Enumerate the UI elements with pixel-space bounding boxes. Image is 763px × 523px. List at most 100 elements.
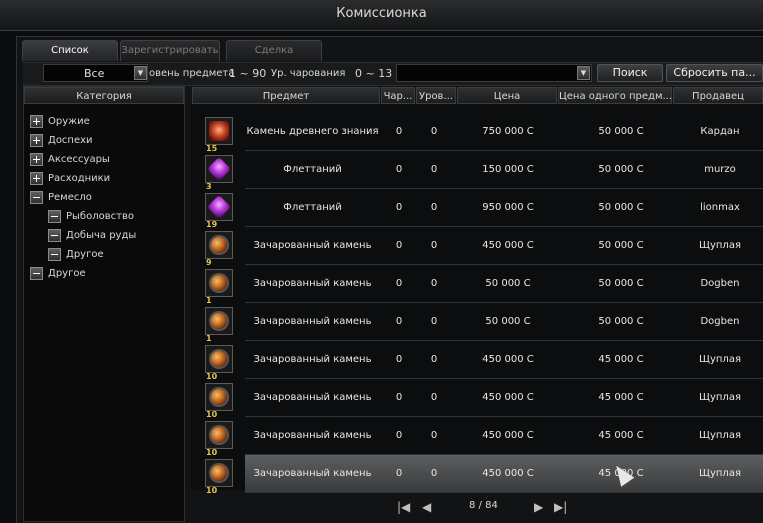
unit-price-value: 50 000 С <box>598 240 644 251</box>
item-name: Зачарованный камень <box>253 278 372 289</box>
category-label: Доспехи <box>48 135 93 146</box>
listing-row[interactable]: Камень древнего знания 0 0 750 000 С 50 000 … <box>245 113 763 151</box>
seller-name: Щуплая <box>699 468 741 479</box>
category-label: Оружие <box>48 116 90 127</box>
last-page-icon[interactable]: ▶| <box>554 500 567 514</box>
enchant-value: 0 <box>395 430 403 441</box>
next-page-icon[interactable]: ▶ <box>534 500 543 514</box>
chevron-down-icon[interactable]: ▼ <box>134 66 147 80</box>
enchant-value: 0 <box>395 278 403 289</box>
item-quantity: 15 <box>206 144 218 153</box>
item-slot[interactable] <box>205 193 233 221</box>
listing-row[interactable]: Зачарованный камень 0 0 450 000 С 50 000 С Щу… <box>245 227 763 265</box>
item-slot[interactable] <box>205 421 233 449</box>
price-value: 950 000 С <box>482 202 534 213</box>
enchant-value: 0 <box>395 126 403 137</box>
tab-list[interactable]: Список <box>22 40 118 61</box>
enchant-stone-icon <box>209 273 229 293</box>
leaf-icon <box>48 248 61 261</box>
column-unit-price[interactable]: Цена одного предм... <box>558 87 672 104</box>
first-page-icon[interactable]: |◀ <box>397 500 410 514</box>
listing-row[interactable]: Зачарованный камень 0 0 50 000 С 50 000 С Dog… <box>245 303 763 341</box>
item-name: Зачарованный камень <box>253 316 372 327</box>
item-name: Зачарованный камень <box>253 430 372 441</box>
level-value: 0 <box>430 240 438 251</box>
seller-name: Щуплая <box>699 392 741 403</box>
column-level[interactable]: Уров... <box>416 87 456 104</box>
price-value: 450 000 С <box>482 468 534 479</box>
price-value: 450 000 С <box>482 354 534 365</box>
chevron-down-icon[interactable]: ▼ <box>577 66 590 80</box>
level-range[interactable]: 1 ~ 90 <box>229 67 266 80</box>
collapse-icon[interactable] <box>30 191 43 204</box>
enchant-stone-icon <box>209 349 229 369</box>
item-name: Камень древнего знания <box>246 126 379 137</box>
listing-row[interactable]: Флеттаний 0 0 150 000 С 50 000 С murzo <box>245 151 763 189</box>
listing-row[interactable]: Зачарованный камень 0 0 450 000 С 45 000 С Щу… <box>245 341 763 379</box>
item-slot[interactable] <box>205 231 233 259</box>
column-item[interactable]: Предмет <box>192 87 380 104</box>
item-slot[interactable] <box>205 155 233 183</box>
item-slot[interactable] <box>205 117 233 145</box>
listing-row[interactable]: Флеттаний 0 0 950 000 С 50 000 С lionmax <box>245 189 763 227</box>
enchant-stone-icon <box>209 235 229 255</box>
item-quantity: 19 <box>206 220 218 229</box>
level-value: 0 <box>430 392 438 403</box>
listing-row[interactable]: Зачарованный камень 0 0 450 000 С 45 000 С Щу… <box>245 379 763 417</box>
column-enchant[interactable]: Чар... <box>381 87 415 104</box>
price-value: 450 000 С <box>482 240 534 251</box>
column-seller[interactable]: Продавец <box>673 87 763 104</box>
grade-select[interactable]: Все ▼ <box>43 64 148 82</box>
search-button[interactable]: Поиск <box>597 64 663 82</box>
item-name: Зачарованный камень <box>253 354 372 365</box>
window-title-bar[interactable]: Комиссионка <box>0 0 763 31</box>
seller-name: Dogben <box>700 316 740 327</box>
column-price[interactable]: Цена <box>457 87 557 104</box>
category-label: Ремесло <box>48 192 92 203</box>
expand-icon[interactable] <box>30 134 43 147</box>
flettanium-icon <box>206 156 232 182</box>
category-label: Расходники <box>48 173 111 184</box>
item-slot[interactable] <box>205 459 233 487</box>
expand-icon[interactable] <box>30 115 43 128</box>
tab-register[interactable]: Зарегистрировать <box>120 40 220 61</box>
enchant-label: Ур. чарования <box>271 68 346 79</box>
tab-deal[interactable]: Сделка <box>226 40 322 61</box>
listing-row[interactable]: Зачарованный камень 0 0 450 000 С 45 000 С Щу… <box>245 417 763 455</box>
item-slot[interactable] <box>205 383 233 411</box>
seller-name: Кардан <box>700 126 740 137</box>
enchant-range[interactable]: 0 ~ 13 <box>355 67 392 80</box>
unit-price-value: 45 000 С <box>598 354 644 365</box>
enchant-value: 0 <box>395 164 403 175</box>
reset-button[interactable]: Сбросить па... <box>666 64 763 82</box>
listing-row[interactable]: Зачарованный камень 0 0 450 000 С 45 000 С Щу… <box>245 455 763 493</box>
unit-price-value: 50 000 С <box>598 164 644 175</box>
item-quantity: 10 <box>206 448 218 457</box>
item-quantity: 1 <box>206 296 212 305</box>
listing-row[interactable]: Зачарованный камень 0 0 50 000 С 50 000 С Dog… <box>245 265 763 303</box>
price-value: 150 000 С <box>482 164 534 175</box>
category-label: Аксессуары <box>48 154 110 165</box>
unit-price-value: 50 000 С <box>598 126 644 137</box>
grade-select-value: Все <box>84 67 105 80</box>
prev-page-icon[interactable]: ◀ <box>422 500 431 514</box>
item-quantity: 10 <box>206 486 218 495</box>
item-slot[interactable] <box>205 307 233 335</box>
expand-icon[interactable] <box>30 153 43 166</box>
category-label: Добыча руды <box>66 230 137 241</box>
item-name: Зачарованный камень <box>253 468 372 479</box>
search-input[interactable]: ▼ <box>396 64 592 82</box>
category-label: Другое <box>48 268 86 279</box>
item-slot[interactable] <box>205 269 233 297</box>
enchant-stone-icon <box>209 463 229 483</box>
category-label: Рыболовство <box>66 211 134 222</box>
enchant-stone-icon <box>209 387 229 407</box>
expand-icon[interactable] <box>30 172 43 185</box>
item-name: Зачарованный камень <box>253 392 372 403</box>
item-slot[interactable] <box>205 345 233 373</box>
item-quantity: 1 <box>206 334 212 343</box>
item-name: Флеттаний <box>283 202 342 213</box>
unit-price-value: 50 000 С <box>598 278 644 289</box>
item-quantity: 9 <box>206 258 212 267</box>
price-value: 450 000 С <box>482 430 534 441</box>
